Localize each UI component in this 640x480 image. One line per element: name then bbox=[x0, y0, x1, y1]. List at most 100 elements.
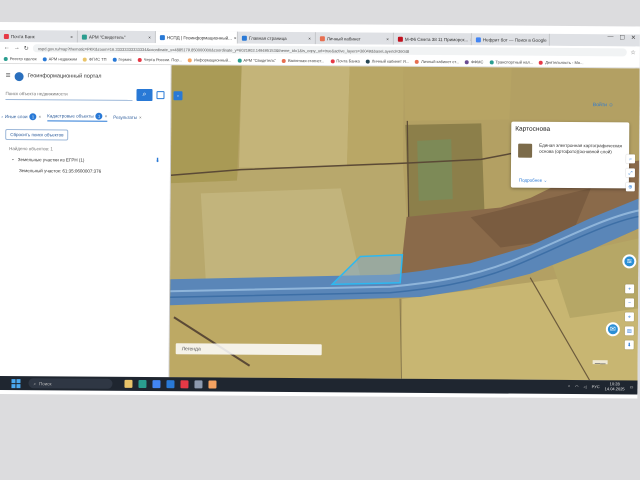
search-settings-icon[interactable] bbox=[156, 91, 165, 100]
filter-chip-cadastral-objects[interactable]: Кадастровые объекты 1 × bbox=[47, 112, 108, 122]
tray-chevron-icon[interactable]: ^ bbox=[568, 383, 570, 388]
remove-filter-icon[interactable]: × bbox=[38, 114, 41, 119]
browser-tab[interactable]: Нефрит бот — Поиск в Google × bbox=[471, 33, 550, 46]
bookmark-item[interactable]: Личный кабинет Я... bbox=[365, 59, 409, 64]
bookmark-item[interactable]: ФФМС bbox=[465, 59, 483, 64]
taskbar-app-icon[interactable] bbox=[138, 379, 147, 389]
bookmark-item[interactable]: Почта Банка bbox=[330, 58, 360, 64]
bookmark-label: Деятельность - Мо... bbox=[545, 59, 584, 66]
bookmark-favicon-icon bbox=[42, 56, 47, 61]
portal-logo-icon bbox=[14, 71, 24, 81]
property-search-input[interactable] bbox=[5, 88, 133, 101]
bookmark-item[interactable]: Деятельность - Мо... bbox=[539, 60, 583, 65]
bookmark-item[interactable]: АРМ "Свидетель" bbox=[237, 58, 276, 63]
tab-favicon-icon bbox=[319, 35, 325, 41]
filter-chip-other-layers[interactable]: › Иные слои 1 × bbox=[1, 113, 41, 121]
bookmark-favicon-icon bbox=[237, 58, 242, 63]
user-icon: ☺ bbox=[608, 102, 614, 109]
bookmark-favicon-icon bbox=[188, 57, 193, 62]
bookmark-item[interactable]: Реестр сделок bbox=[3, 56, 37, 61]
taskbar-app-icon[interactable] bbox=[124, 379, 133, 388]
browser-tab[interactable]: НСПД | Геоинформационный... × bbox=[155, 31, 238, 44]
zoom-out-icon[interactable]: − bbox=[625, 298, 635, 308]
zoom-in-icon[interactable]: + bbox=[625, 284, 635, 294]
bookmark-item[interactable]: Гермес bbox=[112, 57, 132, 62]
browser-tab[interactable]: Главная страница × bbox=[237, 31, 316, 45]
star-icon[interactable]: ☆ bbox=[630, 49, 635, 56]
map-view[interactable]: › Войти ☺ Картоснова Единая электронная … bbox=[169, 65, 640, 381]
search-button[interactable]: ⌕ bbox=[136, 88, 153, 102]
taskbar-app-icon[interactable] bbox=[180, 380, 189, 389]
bookmark-favicon-icon bbox=[415, 59, 420, 64]
bookmark-item[interactable]: Транспортный нал... bbox=[489, 59, 534, 65]
notifications-icon[interactable]: ▭ bbox=[630, 384, 634, 389]
bookmark-item[interactable]: Личный кабинет ст... bbox=[415, 59, 459, 64]
remove-filter-icon[interactable]: × bbox=[139, 115, 142, 120]
collapse-sidebar-button[interactable]: › bbox=[173, 91, 183, 101]
chat-fab-icon[interactable]: ✉ bbox=[605, 322, 620, 337]
bookmark-item[interactable]: Информационный... bbox=[188, 57, 232, 63]
bookmark-favicon-icon bbox=[83, 57, 88, 62]
result-group-land-plots[interactable]: ⌄ Земельные участки из ЕГРН (1) ⬇ bbox=[0, 151, 170, 164]
close-tab-icon[interactable]: × bbox=[70, 34, 73, 39]
bookmark-label: Информационный... bbox=[194, 57, 232, 63]
print-icon[interactable]: ▤ bbox=[624, 326, 634, 336]
bookmark-item[interactable]: АРМ недвижим bbox=[42, 56, 77, 62]
export-icon[interactable]: ⬇ bbox=[624, 340, 634, 350]
taskbar-app-icon[interactable] bbox=[166, 380, 175, 389]
orthophoto-map bbox=[169, 65, 640, 381]
browser-tab[interactable]: Личный кабинет × bbox=[315, 32, 394, 45]
browser-tab[interactable]: М-Ф6 Смета 38 11 Приморск... × bbox=[393, 32, 472, 46]
taskbar-search-box[interactable]: ⌕ Поиск bbox=[28, 378, 113, 389]
reload-icon[interactable]: ↻ bbox=[24, 45, 29, 52]
menu-icon[interactable]: ☰ bbox=[6, 73, 11, 79]
tab-favicon-icon bbox=[3, 33, 9, 39]
clear-search-button[interactable]: Сбросить поиск объектов bbox=[5, 129, 69, 141]
minimize-button[interactable]: — bbox=[607, 34, 613, 41]
my-location-icon[interactable]: ⌖ bbox=[624, 312, 634, 322]
network-icon[interactable]: ◠ bbox=[575, 384, 579, 389]
close-tab-icon[interactable]: × bbox=[148, 35, 151, 40]
bookmark-label: Транспортный нал... bbox=[495, 59, 534, 65]
locate-icon[interactable]: ⊕ bbox=[625, 182, 635, 192]
bookmark-item[interactable]: ФГИС ТП bbox=[83, 57, 106, 62]
map-scale-bar: ▁▁▁▁ bbox=[592, 360, 608, 365]
back-arrow-icon[interactable]: ← bbox=[4, 45, 10, 51]
taskbar-app-icon[interactable] bbox=[152, 380, 161, 389]
download-icon[interactable]: ⬇ bbox=[155, 157, 160, 164]
close-tab-icon[interactable]: × bbox=[234, 35, 237, 40]
taskbar-app-icon[interactable] bbox=[194, 380, 203, 389]
clock-date: 14.04.2025 bbox=[604, 386, 625, 392]
bookmark-item[interactable]: Черта России. Пор... bbox=[137, 57, 183, 63]
tab-label: Почта Банк bbox=[10, 33, 35, 39]
browser-tab[interactable]: Почта Банк × bbox=[0, 29, 78, 43]
result-item-land-plot[interactable]: Земельный участок: 61:35:0600007:376 bbox=[0, 162, 170, 174]
map-zoom-controls: + − ⌖ ▤ ⬇ bbox=[624, 284, 635, 350]
windows-start-icon[interactable] bbox=[11, 378, 21, 388]
layers-fab-icon[interactable]: ≋ bbox=[622, 254, 637, 269]
fullscreen-icon[interactable]: ⤢ bbox=[625, 168, 635, 178]
basemap-thumbnail[interactable] bbox=[518, 143, 533, 158]
forward-arrow-icon[interactable]: → bbox=[14, 45, 20, 51]
volume-icon[interactable]: ◁ bbox=[584, 384, 587, 389]
filter-chip-results[interactable]: Результаты × bbox=[113, 115, 141, 120]
taskbar-clock[interactable]: 10:28 14.04.2025 bbox=[605, 381, 625, 391]
chevron-down-icon: ⌄ bbox=[543, 177, 548, 183]
close-tab-icon[interactable]: × bbox=[386, 36, 389, 41]
close-tab-icon[interactable]: × bbox=[549, 37, 550, 42]
bookmark-label: Валютная статист... bbox=[287, 58, 325, 64]
close-window-button[interactable]: ✕ bbox=[631, 34, 636, 41]
popup-details-link[interactable]: Подробнее ⌄ bbox=[519, 178, 547, 184]
bookmark-item[interactable]: Валютная статист... bbox=[281, 58, 325, 64]
close-tab-icon[interactable]: × bbox=[308, 36, 311, 41]
taskbar-app-icon[interactable] bbox=[208, 380, 217, 389]
map-legend-bar[interactable]: Легенда bbox=[175, 343, 322, 356]
language-indicator[interactable]: РУС bbox=[592, 384, 600, 389]
browser-tab[interactable]: АРМ "Свидетель" × bbox=[77, 30, 156, 44]
bookmark-label: Черта России. Пор... bbox=[143, 57, 183, 63]
map-search-icon[interactable]: ⌕ bbox=[626, 154, 636, 164]
maximize-button[interactable]: ☐ bbox=[619, 34, 624, 41]
chevron-right-icon: › bbox=[177, 92, 179, 99]
login-link[interactable]: Войти ☺ bbox=[593, 102, 614, 108]
remove-filter-icon[interactable]: × bbox=[105, 114, 108, 119]
